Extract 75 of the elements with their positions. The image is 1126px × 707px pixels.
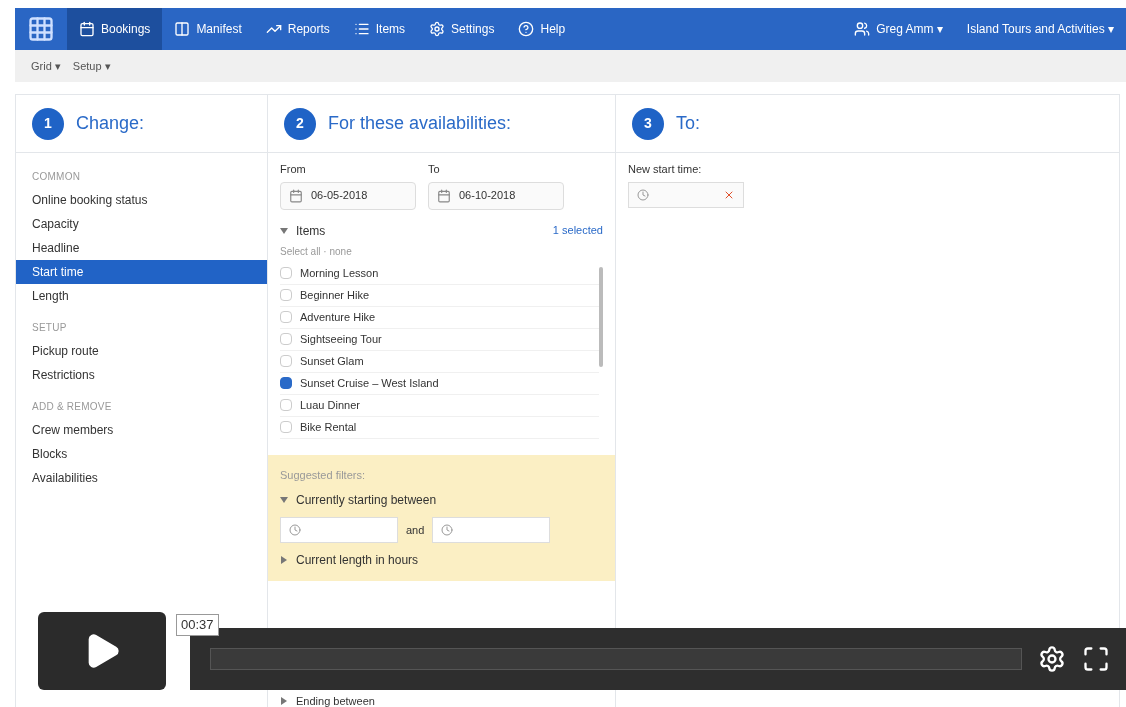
date-field[interactable]: 06-05-2018 [280,181,416,210]
time-field[interactable] [280,517,398,543]
item-row[interactable]: Beginner Hike [280,284,599,307]
change-option[interactable]: Length [16,284,267,308]
clock-icon [637,188,649,201]
sub-menu[interactable]: Grid ▾ [31,57,61,75]
nav-tab-icon [79,21,95,37]
nav-tab[interactable]: Items [341,8,418,50]
step-number: 1 [32,107,64,140]
logo-icon [27,15,55,43]
item-row[interactable]: Luau Dinner [280,394,599,417]
change-option[interactable]: Online booking status [16,188,267,212]
change-option[interactable]: Blocks [16,442,267,466]
caret-icon [280,556,288,564]
filter-toggle[interactable]: Ending between [268,692,615,707]
item-row[interactable]: Bike Rental [280,416,599,439]
change-option[interactable]: Availabilities [16,466,267,490]
change-option[interactable]: Pickup route [16,339,267,363]
group-heading: ADD & REMOVE [31,400,113,414]
change-option[interactable]: Start time [16,260,267,284]
time-field[interactable] [432,517,551,543]
calendar-icon [289,188,303,203]
nav-tab[interactable]: Settings [417,8,507,50]
step-title: To: [676,112,700,135]
clock-icon [289,524,301,536]
nav-tab[interactable]: Manifest [162,8,254,50]
filter-toggle[interactable]: Current length in hours [280,551,603,569]
step-title: Change: [76,112,145,135]
joiner-text: and [406,522,425,538]
change-option[interactable]: Capacity [16,212,267,236]
nav-tab[interactable]: Bookings [67,8,163,50]
items-toggle[interactable]: Items [280,221,326,240]
group-heading: SETUP [31,321,68,335]
step-number: 2 [284,107,316,140]
company-menu[interactable]: Island Tours and Activities ▾ [954,8,1126,50]
caret-icon [280,696,288,705]
item-row[interactable]: Sightseeing Tour [280,328,599,351]
caret-icon [280,226,288,235]
item-row[interactable]: Sunset Cruise – West Island [280,372,599,395]
group-heading: COMMON [31,170,82,184]
field-label: New start time: [628,162,703,177]
play-button[interactable] [38,612,166,690]
item-row[interactable]: Morning Lesson [280,262,599,285]
selected-count: 1 selected [552,223,603,239]
fullscreen-icon[interactable] [1082,645,1110,673]
nav-tab-icon [174,21,191,37]
scrollbar[interactable] [599,266,603,367]
step-title: For these availabilities: [328,112,512,135]
nav-tab[interactable]: Reports [253,8,342,50]
calendar-icon [437,188,451,203]
progress-track[interactable] [210,648,1022,670]
change-option[interactable]: Headline [16,236,267,260]
clock-icon [441,524,454,536]
filter-toggle[interactable]: Currently starting between [280,491,603,509]
checkbox[interactable] [280,377,292,389]
nav-tab[interactable]: Help [506,8,578,50]
change-option[interactable]: Restrictions [16,363,267,387]
time-tooltip: 00:37 [176,614,219,636]
nav-tab-icon [353,21,370,37]
item-row[interactable]: Adventure Hike [280,306,599,329]
date-field[interactable]: 06-10-2018 [428,181,564,210]
nav-tab-icon [518,21,535,37]
user-menu[interactable]: Greg Amm ▾ [842,8,955,50]
settings-icon[interactable] [1038,645,1066,673]
date-label: To [428,162,441,177]
time-field[interactable] [628,181,744,208]
date-label: From [280,162,307,177]
item-row[interactable]: Sunset Glam [280,350,599,373]
nav-tab-icon [429,21,446,37]
caret-icon [280,496,288,504]
filters-heading: Suggested filters: [280,467,366,483]
step-number: 3 [632,107,664,140]
user-icon [854,21,871,37]
change-option[interactable]: Crew members [16,418,267,442]
sub-menu[interactable]: Setup ▾ [72,57,111,75]
